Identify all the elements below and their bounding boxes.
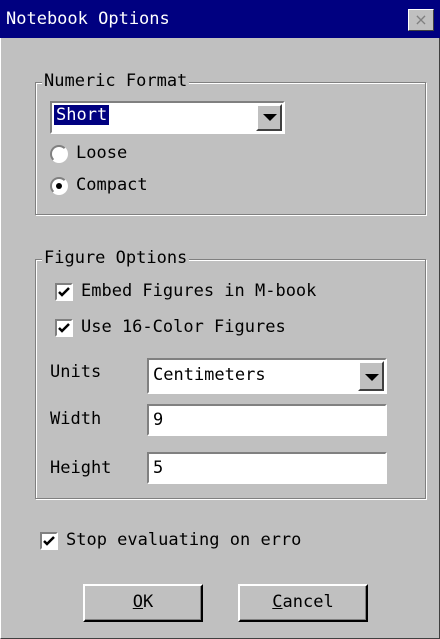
stop-on-error-box — [40, 532, 58, 550]
stop-on-error-checkbox[interactable]: Stop evaluating on erro — [40, 530, 400, 554]
radio-loose-circle — [50, 145, 68, 163]
width-label: Width — [50, 409, 102, 429]
units-value: Centimeters — [153, 365, 266, 385]
cancel-label-rest: ancel — [282, 592, 334, 612]
ok-label-rest: K — [143, 592, 154, 612]
use-16-color-checkbox[interactable]: Use 16-Color Figures — [55, 317, 395, 341]
dropdown-arrow-icon — [263, 114, 277, 121]
embed-figures-checkbox[interactable]: Embed Figures in M-book — [55, 281, 395, 305]
units-label: Units — [50, 362, 102, 382]
use-16-color-label: Use 16-Color Figures — [81, 317, 286, 337]
embed-figures-box — [55, 283, 73, 301]
numeric-format-dropdown-button[interactable] — [256, 104, 282, 131]
numeric-format-select[interactable]: Short — [50, 101, 285, 134]
width-field[interactable]: 9 — [147, 404, 387, 436]
radio-loose[interactable]: Loose — [50, 143, 250, 167]
dropdown-arrow-icon — [365, 374, 379, 381]
radio-compact-label: Compact — [76, 175, 148, 195]
figure-options-legend: Figure Options — [42, 248, 190, 268]
use-16-color-box — [55, 319, 73, 337]
cancel-button[interactable]: Cancel — [238, 584, 368, 622]
title-bar[interactable]: Notebook Options × — [0, 0, 440, 38]
radio-loose-label: Loose — [76, 143, 128, 163]
close-button[interactable]: × — [408, 9, 434, 31]
units-select[interactable]: Centimeters — [147, 358, 387, 394]
checkmark-icon — [58, 287, 70, 297]
embed-figures-label: Embed Figures in M-book — [81, 281, 317, 301]
radio-dot-icon — [56, 183, 62, 189]
cancel-mnemonic: C — [272, 592, 283, 612]
units-dropdown-button[interactable] — [358, 361, 384, 391]
ok-mnemonic: O — [132, 592, 143, 612]
radio-compact[interactable]: Compact — [50, 175, 250, 199]
checkmark-icon — [58, 323, 70, 333]
numeric-format-value: Short — [54, 105, 110, 125]
numeric-format-legend: Numeric Format — [42, 71, 190, 91]
ok-button[interactable]: OK — [83, 584, 203, 622]
radio-compact-circle — [50, 177, 68, 195]
window-title: Notebook Options — [6, 9, 170, 29]
checkmark-icon — [43, 536, 55, 546]
stop-on-error-label: Stop evaluating on erro — [66, 530, 302, 550]
close-icon: × — [414, 10, 428, 29]
height-label: Height — [50, 458, 112, 478]
height-field[interactable]: 5 — [147, 452, 387, 484]
